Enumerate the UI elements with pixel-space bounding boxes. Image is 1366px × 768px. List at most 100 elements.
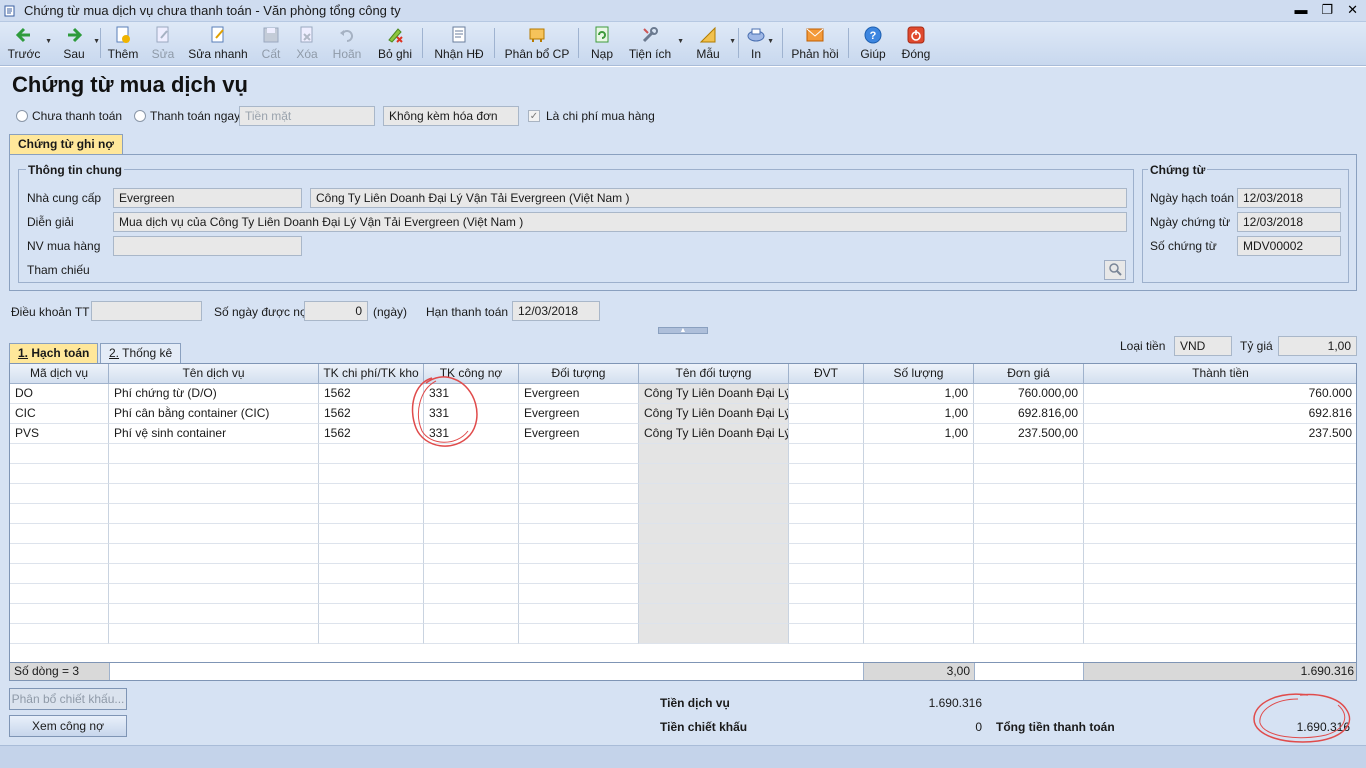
column-header-amount[interactable]: Thành tiền [1084, 364, 1356, 384]
empty-cell[interactable] [974, 604, 1084, 624]
empty-cell[interactable] [109, 524, 319, 544]
tab-stats[interactable]: 2. Thống kê [100, 343, 182, 363]
cell-quantity[interactable]: 1,00 [864, 424, 974, 444]
days-field[interactable]: 0 [304, 301, 368, 321]
empty-cell[interactable] [109, 584, 319, 604]
empty-cell[interactable] [10, 524, 109, 544]
due-date-field[interactable]: 12/03/2018 [512, 301, 600, 321]
empty-cell[interactable] [864, 464, 974, 484]
empty-cell[interactable] [1084, 604, 1356, 624]
empty-cell[interactable] [974, 584, 1084, 604]
chevron-down-icon[interactable]: ▼ [729, 38, 736, 45]
empty-cell[interactable] [319, 504, 424, 524]
allocate-discount-button[interactable]: Phân bổ chiết khấu... [9, 688, 127, 710]
empty-cell[interactable] [864, 584, 974, 604]
empty-cell[interactable] [864, 444, 974, 464]
cell-quantity[interactable]: 1,00 [864, 404, 974, 424]
load-button[interactable]: Nạp [588, 24, 616, 64]
restore-icon[interactable]: ❐ [1321, 2, 1333, 18]
cell-unit-price[interactable]: 760.000,00 [974, 384, 1084, 404]
empty-cell[interactable] [1084, 464, 1356, 484]
empty-cell[interactable] [519, 604, 639, 624]
empty-cell[interactable] [10, 544, 109, 564]
empty-cell[interactable] [974, 524, 1084, 544]
cell-unit[interactable] [789, 384, 864, 404]
column-header-unit[interactable]: ĐVT [789, 364, 864, 384]
supplier-code-field[interactable]: Evergreen [113, 188, 302, 208]
empty-cell[interactable] [10, 604, 109, 624]
empty-cell[interactable] [519, 464, 639, 484]
empty-cell[interactable] [319, 604, 424, 624]
unpost-button[interactable]: Bỏ ghi [376, 24, 414, 64]
empty-cell[interactable] [639, 604, 789, 624]
empty-cell[interactable] [1084, 504, 1356, 524]
empty-cell[interactable] [424, 524, 519, 544]
empty-cell[interactable] [864, 524, 974, 544]
cell-object-name[interactable]: Công Ty Liên Doanh Đại Lý [639, 404, 789, 424]
column-header-service-code[interactable]: Mã dịch vụ [10, 364, 109, 384]
tab-debit-voucher[interactable]: Chứng từ ghi nợ [9, 134, 123, 154]
help-button[interactable]: ? Giúp [858, 24, 888, 64]
tab-accounting[interactable]: 1. Hạch toán [9, 343, 99, 363]
empty-cell[interactable] [109, 504, 319, 524]
empty-cell[interactable] [789, 524, 864, 544]
collapse-splitter[interactable]: ▲ [658, 327, 708, 334]
empty-cell[interactable] [639, 544, 789, 564]
empty-cell[interactable] [639, 624, 789, 644]
prev-button[interactable]: Trước ▼ [6, 24, 52, 64]
cell-object-name[interactable]: Công Ty Liên Doanh Đại Lý [639, 384, 789, 404]
invoice-type-select[interactable]: Không kèm hóa đơn [383, 106, 519, 126]
add-button[interactable]: Thêm [106, 24, 140, 64]
empty-cell[interactable] [424, 584, 519, 604]
doc-date-field[interactable]: 12/03/2018 [1237, 212, 1341, 232]
empty-cell[interactable] [639, 444, 789, 464]
undo-button[interactable]: Hoãn [330, 24, 364, 64]
empty-cell[interactable] [789, 584, 864, 604]
column-header-object-name[interactable]: Tên đối tượng [639, 364, 789, 384]
view-debt-button[interactable]: Xem công nợ [9, 715, 127, 737]
empty-cell[interactable] [1084, 484, 1356, 504]
empty-cell[interactable] [424, 544, 519, 564]
empty-cell[interactable] [864, 484, 974, 504]
cell-unit-price[interactable]: 692.816,00 [974, 404, 1084, 424]
empty-cell[interactable] [319, 624, 424, 644]
empty-cell[interactable] [319, 484, 424, 504]
empty-cell[interactable] [109, 624, 319, 644]
empty-cell[interactable] [109, 464, 319, 484]
column-header-service-name[interactable]: Tên dịch vụ [109, 364, 319, 384]
supplier-name-field[interactable]: Công Ty Liên Doanh Đại Lý Vận Tải Evergr… [310, 188, 1127, 208]
empty-cell[interactable] [789, 564, 864, 584]
empty-cell[interactable] [10, 564, 109, 584]
empty-cell[interactable] [864, 604, 974, 624]
empty-cell[interactable] [1084, 624, 1356, 644]
minimize-icon[interactable]: ▬ [1294, 2, 1307, 18]
empty-cell[interactable] [864, 504, 974, 524]
feedback-button[interactable]: Phản hồi [790, 24, 840, 64]
next-button[interactable]: Sau ▼ [58, 24, 100, 64]
empty-cell[interactable] [864, 564, 974, 584]
empty-cell[interactable] [1084, 444, 1356, 464]
empty-cell[interactable] [424, 484, 519, 504]
cell-object[interactable]: Evergreen [519, 404, 639, 424]
cell-amount[interactable]: 760.000 [1084, 384, 1356, 404]
terms-field[interactable] [91, 301, 202, 321]
quick-edit-button[interactable]: Sửa nhanh [188, 24, 248, 64]
empty-cell[interactable] [10, 584, 109, 604]
empty-cell[interactable] [1084, 584, 1356, 604]
rate-field[interactable]: 1,00 [1278, 336, 1357, 356]
column-header-object[interactable]: Đối tượng [519, 364, 639, 384]
purchase-cost-checkbox[interactable]: ✓ Là chi phí mua hàng [528, 109, 655, 123]
cell-object[interactable]: Evergreen [519, 424, 639, 444]
empty-cell[interactable] [109, 484, 319, 504]
cell-service-code[interactable]: CIC [10, 404, 109, 424]
delete-button[interactable]: Xóa [294, 24, 320, 64]
empty-cell[interactable] [789, 604, 864, 624]
empty-cell[interactable] [974, 564, 1084, 584]
print-button[interactable]: In ▼ [746, 24, 774, 64]
empty-cell[interactable] [974, 624, 1084, 644]
empty-cell[interactable] [424, 464, 519, 484]
empty-cell[interactable] [789, 464, 864, 484]
empty-cell[interactable] [519, 624, 639, 644]
empty-cell[interactable] [519, 584, 639, 604]
empty-cell[interactable] [519, 444, 639, 464]
